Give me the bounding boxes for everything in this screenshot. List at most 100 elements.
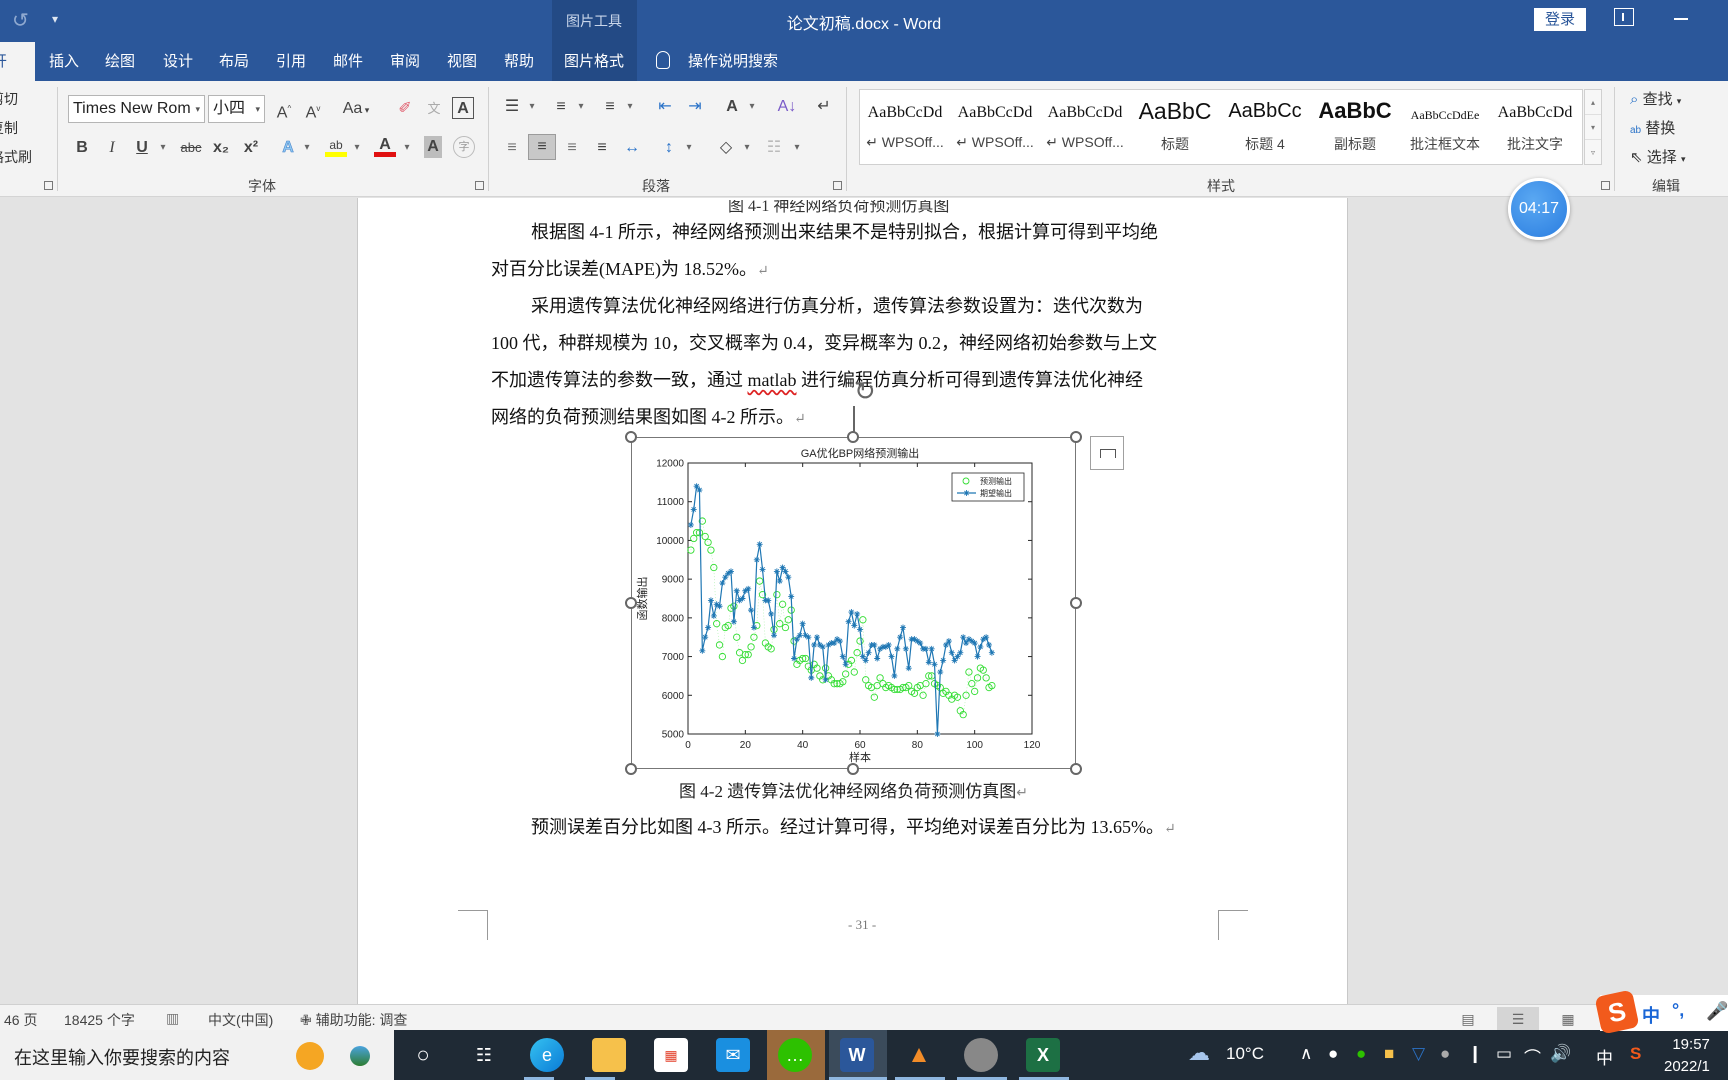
resize-handle-se[interactable] bbox=[1070, 763, 1082, 775]
font-color-dropdown-icon[interactable]: ▾ bbox=[402, 136, 412, 162]
tab-references[interactable]: 引用 bbox=[276, 42, 306, 81]
align-center-button[interactable]: ≡ bbox=[528, 134, 556, 160]
taskbar-search[interactable]: 在这里输入你要搜索的内容 bbox=[0, 1030, 394, 1080]
text-effects-button[interactable]: A bbox=[278, 136, 298, 162]
ime-mode[interactable]: 中 bbox=[1642, 1002, 1660, 1028]
microphone-tray-icon[interactable]: ❙ bbox=[1468, 1044, 1482, 1064]
tab-design[interactable]: 设计 bbox=[163, 42, 193, 81]
numbering-dropdown-icon[interactable]: ▾ bbox=[576, 95, 586, 121]
matlab-icon[interactable]: ▲ bbox=[902, 1038, 936, 1072]
accessibility-status[interactable]: ✙ 辅助功能: 调查 bbox=[300, 1010, 407, 1030]
bullets-button[interactable]: ☰ bbox=[500, 95, 524, 121]
justify-button[interactable]: ≡ bbox=[590, 136, 614, 162]
battery-icon[interactable]: ▭ bbox=[1496, 1044, 1512, 1064]
cortana-icon[interactable]: ○ bbox=[406, 1038, 440, 1072]
file-explorer-icon[interactable] bbox=[592, 1038, 626, 1072]
tab-mailings[interactable]: 邮件 bbox=[333, 42, 363, 81]
bullets-dropdown-icon[interactable]: ▾ bbox=[527, 95, 537, 121]
multilevel-list-button[interactable]: ≡ bbox=[598, 95, 622, 121]
avatar-app-icon[interactable] bbox=[964, 1038, 998, 1072]
app-tray-icon[interactable]: ■ bbox=[1384, 1044, 1394, 1064]
style-item[interactable]: AaBbC 标题 bbox=[1130, 90, 1220, 164]
resize-handle-s[interactable] bbox=[847, 763, 859, 775]
text-direction-button[interactable]: A bbox=[720, 95, 744, 121]
excel-icon[interactable]: X bbox=[1026, 1038, 1060, 1072]
wechat-tray-icon[interactable]: ● bbox=[1356, 1044, 1366, 1064]
wechat-icon[interactable]: … bbox=[778, 1038, 812, 1072]
ime-toolbar[interactable]: S 中 °, 🎤 bbox=[1594, 989, 1728, 1035]
tab-layout[interactable]: 布局 bbox=[219, 42, 249, 81]
highlight-button[interactable]: ab bbox=[325, 133, 347, 157]
copy-button[interactable]: 复制 bbox=[0, 118, 28, 138]
tab-view[interactable]: 视图 bbox=[447, 42, 477, 81]
edge-icon[interactable]: e bbox=[530, 1038, 564, 1072]
input-language[interactable]: 中 bbox=[1596, 1044, 1613, 1069]
styles-launcher-icon[interactable] bbox=[1601, 181, 1610, 190]
selected-picture[interactable]: 0 20 40 60 80 100 120 5000 6000 7000 8000 9000 10000… bbox=[631, 437, 1076, 769]
layout-options-button[interactable] bbox=[1090, 436, 1124, 470]
underline-button[interactable]: U bbox=[132, 136, 152, 162]
font-color-button[interactable]: A bbox=[374, 133, 396, 157]
rotate-handle-icon[interactable]: ↻ bbox=[854, 376, 876, 407]
resize-handle-nw[interactable] bbox=[625, 431, 637, 443]
font-size-select[interactable]: 小四 ▾ bbox=[208, 95, 265, 123]
task-view-icon[interactable]: ☷ bbox=[467, 1038, 501, 1072]
style-item[interactable]: AaBbCcDd 批注文字 bbox=[1490, 90, 1580, 164]
styles-gallery-scroll[interactable]: ▴ ▾ ▿ bbox=[1584, 89, 1602, 165]
document-page[interactable]: 图 4-1 神经网络负荷预测仿真图 根据图 4-1 所示，神经网络预测出来结果不… bbox=[357, 198, 1348, 1007]
mail-icon[interactable]: ✉ bbox=[716, 1038, 750, 1072]
tab-insert[interactable]: 插入 bbox=[49, 42, 79, 81]
tab-review[interactable]: 审阅 bbox=[390, 42, 420, 81]
cut-button[interactable]: 剪切 bbox=[0, 89, 28, 109]
underline-dropdown-icon[interactable]: ▾ bbox=[158, 136, 168, 162]
strikethrough-button[interactable]: abc bbox=[178, 136, 204, 162]
proofing-icon[interactable]: ▥ bbox=[166, 1010, 179, 1027]
borders-dropdown-icon[interactable]: ▾ bbox=[792, 136, 802, 162]
microphone-icon[interactable]: 🎤 bbox=[1706, 1001, 1728, 1022]
security-icon[interactable]: ▽ bbox=[1412, 1044, 1425, 1064]
borders-button[interactable]: ☷ bbox=[762, 136, 786, 162]
eraser-icon[interactable]: ✐ bbox=[394, 97, 416, 123]
sort-button[interactable]: A↓ bbox=[775, 95, 799, 121]
tab-draw[interactable]: 绘图 bbox=[105, 42, 135, 81]
page-count[interactable]: 46 页 bbox=[4, 1010, 37, 1030]
more-styles-icon[interactable]: ▿ bbox=[1585, 140, 1601, 165]
ribbon-display-options-icon[interactable] bbox=[1614, 8, 1634, 26]
word-count[interactable]: 18425 个字 bbox=[64, 1010, 135, 1030]
subscript-button[interactable]: x₂ bbox=[210, 136, 232, 162]
undo-icon[interactable]: ↺ bbox=[12, 8, 29, 33]
resize-handle-n[interactable] bbox=[847, 431, 859, 443]
text-direction-dropdown-icon[interactable]: ▾ bbox=[747, 95, 757, 121]
change-case-button[interactable]: Aa ▾ bbox=[338, 97, 374, 123]
italic-button[interactable]: I bbox=[102, 136, 122, 162]
qq-icon[interactable]: ● bbox=[1328, 1044, 1338, 1064]
spelling-error[interactable]: matlab bbox=[748, 370, 797, 390]
resize-handle-sw[interactable] bbox=[625, 763, 637, 775]
line-spacing-dropdown-icon[interactable]: ▾ bbox=[684, 136, 694, 162]
clipboard-launcher-icon[interactable] bbox=[44, 181, 53, 190]
align-left-button[interactable]: ≡ bbox=[500, 136, 524, 162]
increase-indent-button[interactable]: ⇥ bbox=[683, 95, 707, 121]
decrease-indent-button[interactable]: ⇤ bbox=[653, 95, 677, 121]
text-effects-dropdown-icon[interactable]: ▾ bbox=[302, 136, 312, 162]
tab-picture-format[interactable]: 图片格式 bbox=[552, 42, 637, 81]
shading-dropdown-icon[interactable]: ▾ bbox=[742, 136, 752, 162]
format-painter-button[interactable]: 格式刷 bbox=[0, 147, 42, 167]
store-icon[interactable]: ▦ bbox=[654, 1038, 688, 1072]
network-app-icon[interactable]: ● bbox=[1440, 1044, 1450, 1064]
customize-qat-icon[interactable]: ▾ bbox=[52, 12, 58, 26]
shrink-font-button[interactable]: Av bbox=[303, 97, 323, 123]
tell-me-search[interactable]: 操作说明搜索 bbox=[688, 42, 778, 81]
enclose-characters-button[interactable]: 字 bbox=[453, 136, 475, 158]
bold-button[interactable]: B bbox=[72, 136, 92, 162]
ime-punctuation[interactable]: °, bbox=[1672, 1000, 1684, 1021]
font-launcher-icon[interactable] bbox=[475, 181, 484, 190]
line-spacing-button[interactable]: ↕ bbox=[657, 136, 681, 162]
weather-temp[interactable]: 10°C bbox=[1226, 1044, 1264, 1064]
volume-icon[interactable]: 🔊 bbox=[1550, 1044, 1571, 1064]
resize-handle-ne[interactable] bbox=[1070, 431, 1082, 443]
distributed-button[interactable]: ↔ bbox=[620, 136, 644, 162]
style-item[interactable]: AaBbCcDd ↵ WPSOff... bbox=[950, 90, 1040, 164]
style-item[interactable]: AaBbC 副标题 bbox=[1310, 90, 1400, 164]
character-border-button[interactable]: A bbox=[452, 97, 474, 119]
